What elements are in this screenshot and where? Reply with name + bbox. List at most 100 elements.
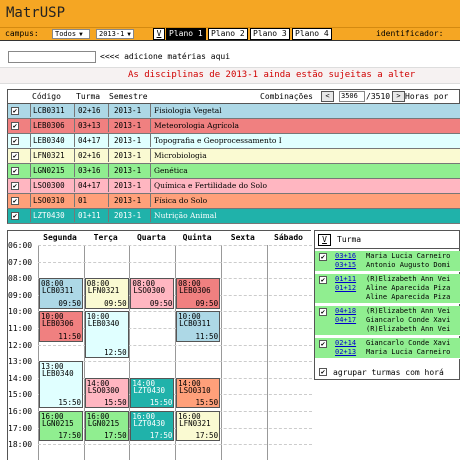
block-course-code: LSO0300 bbox=[87, 385, 120, 395]
time-label: 14:00 bbox=[8, 373, 33, 383]
course-checkbox[interactable]: ✔ bbox=[11, 107, 19, 115]
top-bar: MatrUSP bbox=[0, 0, 460, 28]
course-semester: 2013-1 bbox=[108, 194, 150, 207]
block-end-time: 15:50 bbox=[195, 398, 219, 408]
professor-name: Maria Lucia Carneiro bbox=[366, 252, 451, 260]
block-end-time: 17:50 bbox=[149, 431, 173, 441]
block-end-time: 17:50 bbox=[58, 431, 81, 441]
header-code: Código bbox=[32, 92, 61, 101]
class-block[interactable]: 14:00 LSO0310 15:50 bbox=[176, 377, 221, 409]
weekly-calendar: Segunda Terça Quarta Quinta Sexta Sábado 06:00… bbox=[7, 230, 312, 460]
turma-checkbox[interactable]: ✔ bbox=[319, 308, 327, 316]
course-row[interactable]: ✔ LSO0310 01 2013-1 Física do Solo bbox=[7, 194, 460, 209]
group-turmas-checkbox[interactable]: ✔ bbox=[319, 368, 327, 376]
course-row[interactable]: ✔ LSO0300 04+17 2013-1 Química e Fertilidade… bbox=[7, 179, 460, 194]
course-checkbox[interactable]: ✔ bbox=[11, 212, 19, 220]
class-block[interactable]: 10:00 LEB0306 11:50 bbox=[39, 311, 83, 342]
turma-toggle-button[interactable]: V bbox=[318, 234, 331, 246]
nav-bar: campus: Todos ▼ 2013-1 ▼ V Plano 1 Plano 2… bbox=[0, 28, 460, 41]
class-block[interactable]: 16:00 LGN0215 17:50 bbox=[84, 411, 129, 442]
prev-combination-button[interactable]: < bbox=[321, 91, 334, 102]
class-block[interactable]: 16:00 LFN0321 17:50 bbox=[176, 411, 221, 442]
class-block[interactable]: 13:00 LEB0340 15:50 bbox=[39, 361, 83, 409]
course-checkbox[interactable]: ✔ bbox=[11, 167, 19, 175]
next-combination-button[interactable]: > bbox=[392, 91, 405, 102]
class-block[interactable]: 10:00 LCB0311 11:50 bbox=[176, 311, 221, 342]
turma-row[interactable]: ✔ 01+11 01+12 (R)Elizabeth Ann Vei Aline Apa… bbox=[315, 274, 460, 304]
course-semester: 2013-1 bbox=[108, 164, 150, 177]
turma-number-link[interactable]: 01+11 bbox=[335, 275, 356, 283]
course-turma: 03+16 bbox=[74, 164, 108, 177]
block-end-time: 15:50 bbox=[149, 398, 173, 408]
course-row[interactable]: ✔ LGN0215 03+16 2013-1 Genética bbox=[7, 164, 460, 179]
turma-row[interactable]: ✔ 04+18 04+17 (R)Elizabeth Ann Vei Giancarlo… bbox=[315, 306, 460, 336]
course-row[interactable]: ✔ LZT0430 01+11 2013-1 Nutrição Animal bbox=[7, 209, 460, 224]
course-semester: 2013-1 bbox=[108, 134, 150, 147]
group-turmas-option[interactable]: ✔ agrupar turmas com horá bbox=[315, 365, 460, 380]
time-label: 09:00 bbox=[8, 290, 33, 300]
turma-number-link[interactable]: 04+18 bbox=[335, 307, 356, 315]
course-code: LGN0215 bbox=[30, 164, 72, 177]
app-title: MatrUSP bbox=[6, 5, 66, 21]
time-label: 08:00 bbox=[8, 274, 33, 284]
class-block[interactable]: 10:00 LEB0340 12:50 bbox=[84, 311, 129, 359]
day-header: Sábado bbox=[274, 233, 303, 242]
course-row[interactable]: ✔ LEB0306 03+13 2013-1 Meteorologia Agrícola bbox=[7, 119, 460, 134]
block-end-time: 17:50 bbox=[104, 431, 127, 441]
turma-number-link[interactable]: 01+12 bbox=[335, 284, 356, 292]
tab-plan-1[interactable]: Plano 1 bbox=[166, 28, 206, 40]
tab-plan-2[interactable]: Plano 2 bbox=[208, 28, 248, 40]
combination-input[interactable]: 3506 bbox=[339, 91, 365, 102]
course-row[interactable]: ✔ LCB0311 02+16 2013-1 Fisiologia Vegetal bbox=[7, 104, 460, 119]
course-checkbox[interactable]: ✔ bbox=[11, 182, 19, 190]
course-code: LSO0310 bbox=[30, 194, 72, 207]
block-course-code: LSO0310 bbox=[179, 385, 211, 395]
turma-checkbox[interactable]: ✔ bbox=[319, 340, 327, 348]
turma-number-link[interactable]: 04+17 bbox=[335, 316, 356, 324]
turma-number-link[interactable]: 02+14 bbox=[335, 339, 356, 347]
course-semester: 2013-1 bbox=[108, 179, 150, 192]
turma-row[interactable]: ✔ 03+16 03+15 Maria Lucia Carneiro Antonio A… bbox=[315, 251, 460, 272]
class-block[interactable]: 16:00 LGN0215 17:50 bbox=[39, 411, 83, 442]
block-course-code: LEB0340 bbox=[87, 319, 120, 329]
turma-number-link[interactable]: 02+13 bbox=[335, 348, 356, 356]
campus-select[interactable]: Todos ▼ bbox=[52, 29, 90, 39]
turma-row[interactable]: ✔ 02+14 02+13 Giancarlo Conde Xavi Maria Luc… bbox=[315, 338, 460, 359]
course-checkbox[interactable]: ✔ bbox=[11, 122, 19, 130]
combination-total: /3510 bbox=[366, 92, 391, 101]
class-block[interactable]: 14:00 LZT0430 15:50 bbox=[130, 377, 175, 409]
course-table-header: Código Turma Semestre Combinações < 3506… bbox=[7, 89, 460, 104]
block-end-time: 09:50 bbox=[195, 298, 219, 308]
course-row[interactable]: ✔ LEB0340 04+17 2013-1 Topografia e Geoproce… bbox=[7, 134, 460, 149]
professor-name: Giancarlo Conde Xavi bbox=[366, 316, 451, 324]
turma-panel-header: V Turma bbox=[315, 231, 460, 249]
course-checkbox[interactable]: ✔ bbox=[11, 152, 19, 160]
course-row[interactable]: ✔ LFN0321 02+16 2013-1 Microbiologia bbox=[7, 149, 460, 164]
day-header: Quinta bbox=[182, 233, 212, 242]
turma-checkbox[interactable]: ✔ bbox=[319, 253, 327, 261]
block-course-code: LCB0311 bbox=[179, 319, 211, 329]
tab-plan-4[interactable]: Plano 4 bbox=[292, 28, 332, 40]
turma-checkbox[interactable]: ✔ bbox=[319, 276, 327, 284]
class-block[interactable]: 08:00 LCB0311 09:50 bbox=[39, 278, 83, 309]
semester-select[interactable]: 2013-1 ▼ bbox=[96, 29, 134, 39]
tab-plan-3[interactable]: Plano 3 bbox=[250, 28, 290, 40]
block-end-time: 09:50 bbox=[58, 298, 81, 308]
professor-name: (R)Elizabeth Ann Vei bbox=[366, 325, 451, 333]
professor-name: Antonio Augusto Domi bbox=[366, 261, 451, 269]
class-block[interactable]: 08:00 LSO0300 09:50 bbox=[130, 278, 175, 309]
turma-header-label: Turma bbox=[337, 235, 362, 244]
class-block[interactable]: 08:00 LFN0321 09:50 bbox=[84, 278, 129, 309]
plan-toggle-button[interactable]: V bbox=[153, 28, 165, 40]
add-course-input[interactable] bbox=[8, 51, 96, 63]
course-name: Meteorologia Agrícola bbox=[150, 119, 460, 132]
class-block[interactable]: 16:00 LZT0430 17:50 bbox=[130, 411, 175, 442]
course-checkbox[interactable]: ✔ bbox=[11, 197, 19, 205]
course-turma: 02+16 bbox=[74, 149, 108, 162]
turma-number-link[interactable]: 03+16 bbox=[335, 252, 356, 260]
class-block[interactable]: 14:00 LSO0300 15:50 bbox=[84, 377, 129, 409]
course-checkbox[interactable]: ✔ bbox=[11, 137, 19, 145]
class-block[interactable]: 08:00 LEB0306 09:50 bbox=[176, 278, 221, 309]
course-turma: 01 bbox=[74, 194, 108, 207]
turma-number-link[interactable]: 03+15 bbox=[335, 261, 356, 269]
